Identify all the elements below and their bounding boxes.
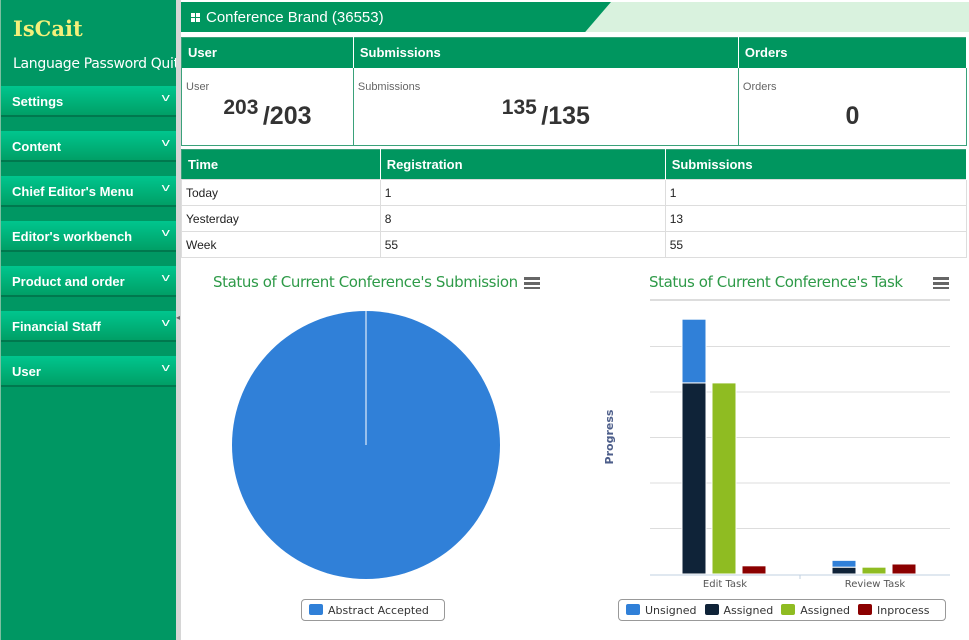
chevron-down-icon: v	[161, 227, 170, 239]
grid-icon	[191, 13, 200, 22]
legend-item[interactable]: Unsigned	[626, 604, 697, 617]
stat-cell: Submissions 135 /135	[353, 67, 739, 146]
password-link[interactable]: Password	[84, 56, 147, 72]
table-cell: Yesterday	[181, 205, 381, 232]
stat-cell: User 203 /203	[181, 67, 354, 146]
legend-label: Abstract Accepted	[328, 604, 429, 617]
time-table: Time Registration Submissions Today 1 1 Yester…	[181, 149, 968, 258]
legend-item[interactable]: Assigned	[704, 604, 774, 617]
column-header: Time	[181, 149, 381, 180]
legend-item[interactable]: Abstract Accepted	[309, 604, 429, 617]
legend-swatch	[704, 604, 719, 615]
sidebar-item-content[interactable]: Content v	[1, 131, 176, 162]
table-cell: Week	[181, 231, 381, 258]
stats-header: Orders	[738, 37, 968, 68]
stat-cell: Orders 0	[738, 67, 968, 146]
collapse-arrow-icon[interactable]: ◂	[176, 313, 180, 322]
stat-value: 135	[501, 95, 537, 119]
stat-total: /135	[541, 101, 590, 130]
column-header: Registration	[380, 149, 666, 180]
chevron-down-icon: v	[161, 182, 170, 194]
table-cell: 8	[379, 205, 666, 232]
sidebar-item-user[interactable]: User v	[1, 356, 176, 387]
x-tick-label: Edit Task	[703, 579, 747, 590]
table-cell: 55	[664, 231, 968, 258]
bar	[831, 559, 857, 568]
legend-label: Unsigned	[645, 604, 697, 617]
bar	[711, 382, 737, 575]
legend-swatch	[309, 604, 323, 615]
pie-chart-title: Status of Current Conference's Submissio…	[213, 273, 518, 291]
table-row: Today 1 1	[181, 179, 968, 206]
table-cell: Today	[181, 179, 381, 206]
legend-swatch	[626, 604, 640, 615]
user-links: Language Password Quit	[13, 56, 183, 72]
page-header: Conference Brand (36553)	[181, 2, 969, 32]
legend-label: Inprocess	[877, 604, 930, 617]
sidebar-item-settings[interactable]: Settings v	[1, 86, 176, 117]
sidebar-item-label: Editor's workbench	[12, 229, 133, 244]
bar-chart-title: Status of Current Conference's Task	[649, 273, 903, 291]
chevron-down-icon: v	[161, 92, 170, 104]
legend-swatch	[858, 604, 873, 615]
stats-header: User	[181, 37, 354, 68]
bar-legend: Unsigned Assigned Assigned Inprocess	[618, 599, 946, 621]
sidebar-item-label: Product and order	[12, 274, 125, 289]
pie-slice	[232, 311, 500, 579]
legend-item[interactable]: Inprocess	[858, 604, 930, 617]
sidebar: IsCait Language Password Quit Settings v Con…	[0, 0, 179, 640]
stat-label: Submissions	[357, 80, 421, 93]
bar	[741, 565, 767, 575]
stats-table: User Submissions Orders User 203 /203 Submis…	[181, 37, 968, 146]
x-tick-label: Review Task	[845, 579, 906, 590]
sidebar-item-label: User	[12, 364, 41, 379]
chevron-down-icon: v	[161, 272, 170, 284]
sidebar-item-product-and-order[interactable]: Product and order v	[1, 266, 176, 297]
sidebar-item-financial-staff[interactable]: Financial Staff v	[1, 311, 176, 342]
stat-label: Orders	[742, 80, 777, 93]
pie-menu-icon[interactable]	[524, 277, 540, 289]
legend-label: Assigned	[723, 604, 774, 617]
bar	[681, 318, 707, 384]
quit-link[interactable]: Quit	[151, 56, 179, 72]
logo: IsCait	[13, 16, 83, 41]
chevron-down-icon: v	[161, 317, 170, 329]
table-row: Week 55 55	[181, 231, 968, 258]
table-cell: 55	[379, 231, 666, 258]
legend-item[interactable]: Assigned	[781, 604, 850, 617]
bar	[891, 563, 917, 575]
stats-header: Submissions	[353, 37, 739, 68]
language-link[interactable]: Language	[13, 56, 80, 72]
stat-label: User	[186, 80, 210, 93]
bar	[681, 382, 707, 575]
legend-label: Assigned	[800, 604, 851, 617]
bar	[831, 566, 857, 575]
sidebar-item-label: Content	[12, 139, 62, 154]
sidebar-item-label: Settings	[12, 94, 64, 109]
column-header: Submissions	[665, 149, 968, 180]
table-cell: 1	[664, 179, 968, 206]
table-cell: 1	[379, 179, 666, 206]
stat-value: 203	[223, 95, 259, 119]
stat-total: /203	[262, 101, 312, 130]
table-row: Yesterday 8 13	[181, 205, 968, 232]
sidebar-item-label: Chief Editor's Menu	[12, 184, 134, 199]
sidebar-item-editor-s-workbench[interactable]: Editor's workbench v	[1, 221, 176, 252]
bar-menu-icon[interactable]	[933, 277, 949, 289]
page-title: Conference Brand (36553)	[206, 9, 384, 26]
bar	[861, 566, 887, 575]
pie-legend: Abstract Accepted	[301, 599, 445, 621]
table-cell: 13	[664, 205, 968, 232]
y-axis-label: Progress	[603, 409, 616, 464]
stat-total: 0	[845, 101, 860, 130]
sidebar-item-chief-editor-s-menu[interactable]: Chief Editor's Menu v	[1, 176, 176, 207]
sidebar-item-label: Financial Staff	[12, 319, 101, 334]
chevron-down-icon: v	[161, 362, 170, 374]
legend-swatch	[781, 604, 796, 615]
chevron-down-icon: v	[161, 137, 170, 149]
